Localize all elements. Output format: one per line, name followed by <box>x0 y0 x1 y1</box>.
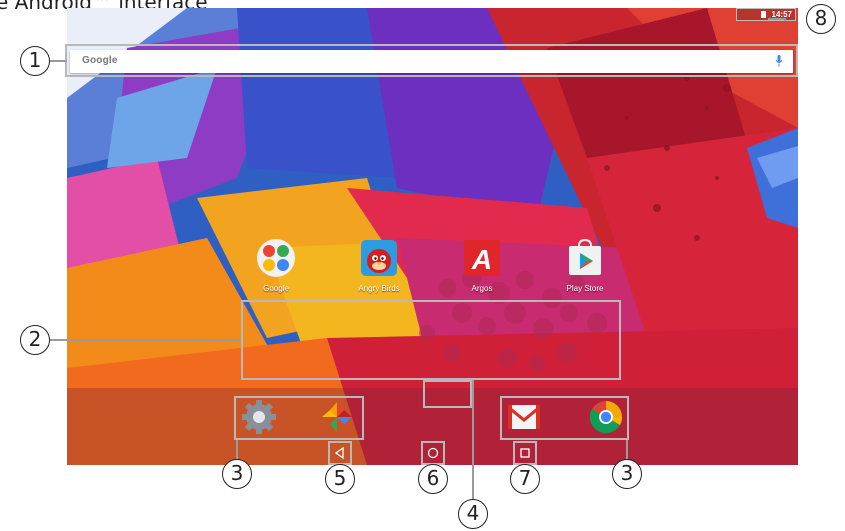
battery-icon <box>761 11 766 18</box>
home-icon <box>427 447 439 459</box>
leader-line <box>768 18 786 20</box>
status-bar: 14:57 <box>67 8 798 22</box>
photos-icon[interactable] <box>318 398 356 436</box>
leader-line <box>236 440 238 460</box>
app-angry-birds[interactable]: Angry Birds <box>339 238 419 298</box>
recents-button[interactable] <box>513 441 537 465</box>
angry-birds-icon <box>359 238 399 278</box>
gmail-icon[interactable] <box>505 398 543 436</box>
settings-icon[interactable] <box>240 398 278 436</box>
callout-6: 6 <box>418 464 448 494</box>
app-label: Argos <box>471 284 493 293</box>
callout-2: 2 <box>20 325 50 355</box>
leader-line <box>49 339 241 341</box>
back-icon <box>334 446 344 460</box>
google-folder-icon <box>256 238 296 278</box>
callout-7: 7 <box>510 464 540 494</box>
callout-3-left: 3 <box>222 459 252 489</box>
app-play-store[interactable]: Play Store <box>545 238 625 298</box>
google-search-bar[interactable]: Google <box>70 50 793 73</box>
callout-5: 5 <box>325 464 355 494</box>
callout-4: 4 <box>458 499 488 529</box>
status-indicators: 14:57 <box>736 8 796 21</box>
chrome-icon[interactable] <box>587 398 625 436</box>
callout-8: 8 <box>806 4 836 34</box>
home-button[interactable] <box>421 441 445 465</box>
play-store-icon <box>565 238 605 278</box>
app-label: Google <box>263 284 289 293</box>
recents-icon <box>520 448 530 458</box>
app-drawer-highlight <box>423 380 472 408</box>
google-logo: Google <box>82 55 118 66</box>
callout-3-right: 3 <box>612 459 642 489</box>
widget-area-highlight <box>241 300 621 380</box>
leader-line <box>472 380 474 500</box>
callout-1: 1 <box>20 46 50 76</box>
app-label: Play Store <box>566 284 604 293</box>
svg-text:A: A <box>471 244 492 275</box>
app-label: Angry Birds <box>358 284 400 293</box>
leader-line <box>626 440 628 460</box>
app-argos[interactable]: A Argos <box>442 238 522 298</box>
app-google[interactable]: Google <box>236 238 316 298</box>
argos-icon: A <box>462 238 502 278</box>
leader-line <box>49 60 67 62</box>
back-button[interactable] <box>328 441 352 465</box>
mic-icon[interactable] <box>775 55 783 67</box>
